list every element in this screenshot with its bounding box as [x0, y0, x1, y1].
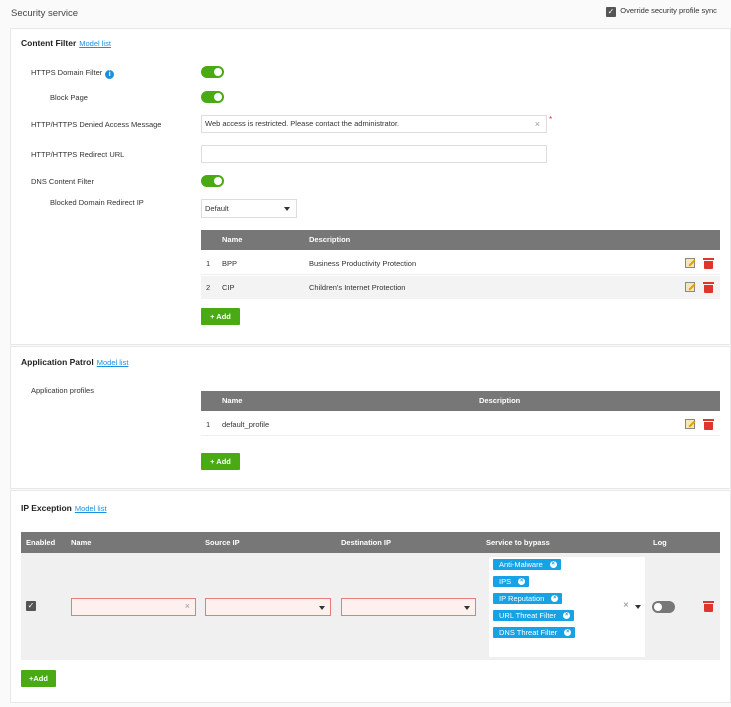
app-profiles-label: Application profiles: [31, 386, 94, 395]
table-row[interactable]: 2 CIP Children's Internet Protection: [201, 276, 720, 299]
https-domain-filter-toggle[interactable]: [201, 66, 224, 78]
edit-icon[interactable]: [685, 258, 695, 268]
block-page-label: Block Page: [50, 93, 88, 102]
required-mark: *: [549, 115, 553, 124]
blocked-redirect-select[interactable]: Default: [201, 199, 297, 218]
app-patrol-title: Application Patrol: [21, 357, 94, 367]
redirect-url-label: HTTP/HTTPS Redirect URL: [31, 150, 125, 159]
chevron-down-icon: [464, 606, 470, 610]
row-name: default_profile: [222, 420, 270, 429]
col-enabled: Enabled: [26, 538, 56, 547]
delete-icon[interactable]: [703, 281, 714, 293]
remove-chip-icon[interactable]: ×: [549, 561, 557, 568]
override-sync-checkbox[interactable]: ✓ Override security profile sync: [606, 6, 717, 17]
https-domain-filter-label: HTTPS Domain Filter: [31, 68, 103, 77]
app-patrol-table-header: Name Description: [201, 391, 720, 411]
row-description: Children's Internet Protection: [309, 283, 406, 292]
service-to-bypass-select[interactable]: [489, 557, 645, 657]
col-destination-ip: Destination IP: [341, 538, 392, 547]
destination-ip-select[interactable]: [341, 598, 476, 616]
name-input[interactable]: ×: [71, 598, 196, 616]
delete-icon[interactable]: [703, 257, 714, 269]
row-index: 1: [206, 259, 211, 268]
app-patrol-add-button[interactable]: + Add: [201, 453, 240, 470]
blocked-redirect-value: Default: [205, 204, 229, 213]
redirect-url-input[interactable]: [201, 145, 547, 163]
ip-exception-header: IP Exception Model list: [21, 503, 107, 513]
info-icon[interactable]: i: [105, 70, 115, 79]
content-filter-table-header: Name Description: [201, 230, 720, 250]
clear-all-icon[interactable]: ×: [623, 600, 629, 611]
blocked-redirect-label: Blocked Domain Redirect IP: [50, 198, 144, 207]
col-description: Description: [479, 396, 521, 405]
source-ip-select[interactable]: [205, 598, 331, 616]
service-chip: IPS ×: [493, 576, 530, 587]
edit-icon[interactable]: [685, 419, 695, 429]
dns-filter-toggle[interactable]: [201, 175, 224, 187]
row-index: 2: [206, 283, 211, 292]
col-name: Name: [71, 538, 92, 547]
remove-chip-icon[interactable]: ×: [563, 612, 571, 619]
col-name: Name: [222, 396, 243, 405]
block-page-toggle[interactable]: [201, 91, 224, 103]
row-index: 1: [206, 420, 211, 429]
service-chip: URL Threat Filter ×: [493, 610, 575, 621]
clear-icon[interactable]: ×: [535, 116, 540, 132]
ip-exception-model-list-link[interactable]: Model list: [75, 504, 107, 513]
row-name: CIP: [222, 283, 235, 292]
row-name: BPP: [222, 259, 238, 268]
app-patrol-model-list-link[interactable]: Model list: [97, 358, 129, 367]
log-toggle[interactable]: [652, 601, 675, 613]
row-description: Business Productivity Protection: [309, 259, 417, 268]
col-description: Description: [309, 235, 351, 244]
denied-msg-input[interactable]: Web access is restricted. Please contact…: [201, 115, 547, 133]
remove-chip-icon[interactable]: ×: [551, 595, 559, 602]
content-filter-model-list-link[interactable]: Model list: [79, 39, 111, 48]
ip-exception-add-button[interactable]: +Add: [21, 670, 56, 687]
col-log: Log: [653, 538, 667, 547]
delete-icon[interactable]: [703, 418, 714, 430]
table-row[interactable]: 1 BPP Business Productivity Protection: [201, 252, 720, 275]
edit-icon[interactable]: [685, 282, 695, 292]
col-service-to-bypass: Service to bypass: [486, 538, 550, 547]
app-patrol-header: Application Patrol Model list: [21, 357, 128, 367]
table-row[interactable]: 1 default_profile: [201, 413, 720, 436]
denied-msg-value: Web access is restricted. Please contact…: [205, 119, 400, 128]
chevron-down-icon: [284, 207, 290, 211]
service-chip: DNS Threat Filter ×: [493, 627, 576, 638]
check-icon: ✓: [606, 7, 616, 17]
content-filter-header: Content Filter Model list: [21, 38, 111, 48]
service-chip: IP Reputation ×: [493, 593, 563, 604]
content-filter-title: Content Filter: [21, 38, 77, 48]
remove-chip-icon[interactable]: ×: [518, 578, 526, 585]
content-filter-add-button[interactable]: + Add: [201, 308, 240, 325]
ip-exception-title: IP Exception: [21, 503, 72, 513]
dns-filter-label: DNS Content Filter: [31, 177, 94, 186]
https-domain-filter-row: HTTPS Domain Filter i: [31, 68, 115, 79]
service-chip: Anti-Malware ×: [493, 559, 561, 570]
chevron-down-icon[interactable]: [635, 605, 641, 609]
delete-icon[interactable]: [703, 600, 714, 612]
denied-msg-label: HTTP/HTTPS Denied Access Message: [31, 120, 162, 129]
page-title: Security service: [11, 8, 79, 19]
col-source-ip: Source IP: [205, 538, 240, 547]
ip-exception-table-header: Enabled Name Source IP Destination IP Se…: [21, 532, 720, 553]
override-sync-label: Override security profile sync: [620, 6, 717, 15]
remove-chip-icon[interactable]: ×: [564, 629, 572, 636]
enabled-checkbox[interactable]: ✓: [26, 601, 36, 611]
col-name: Name: [222, 235, 243, 244]
chevron-down-icon: [319, 606, 325, 610]
clear-icon[interactable]: ×: [185, 601, 190, 611]
